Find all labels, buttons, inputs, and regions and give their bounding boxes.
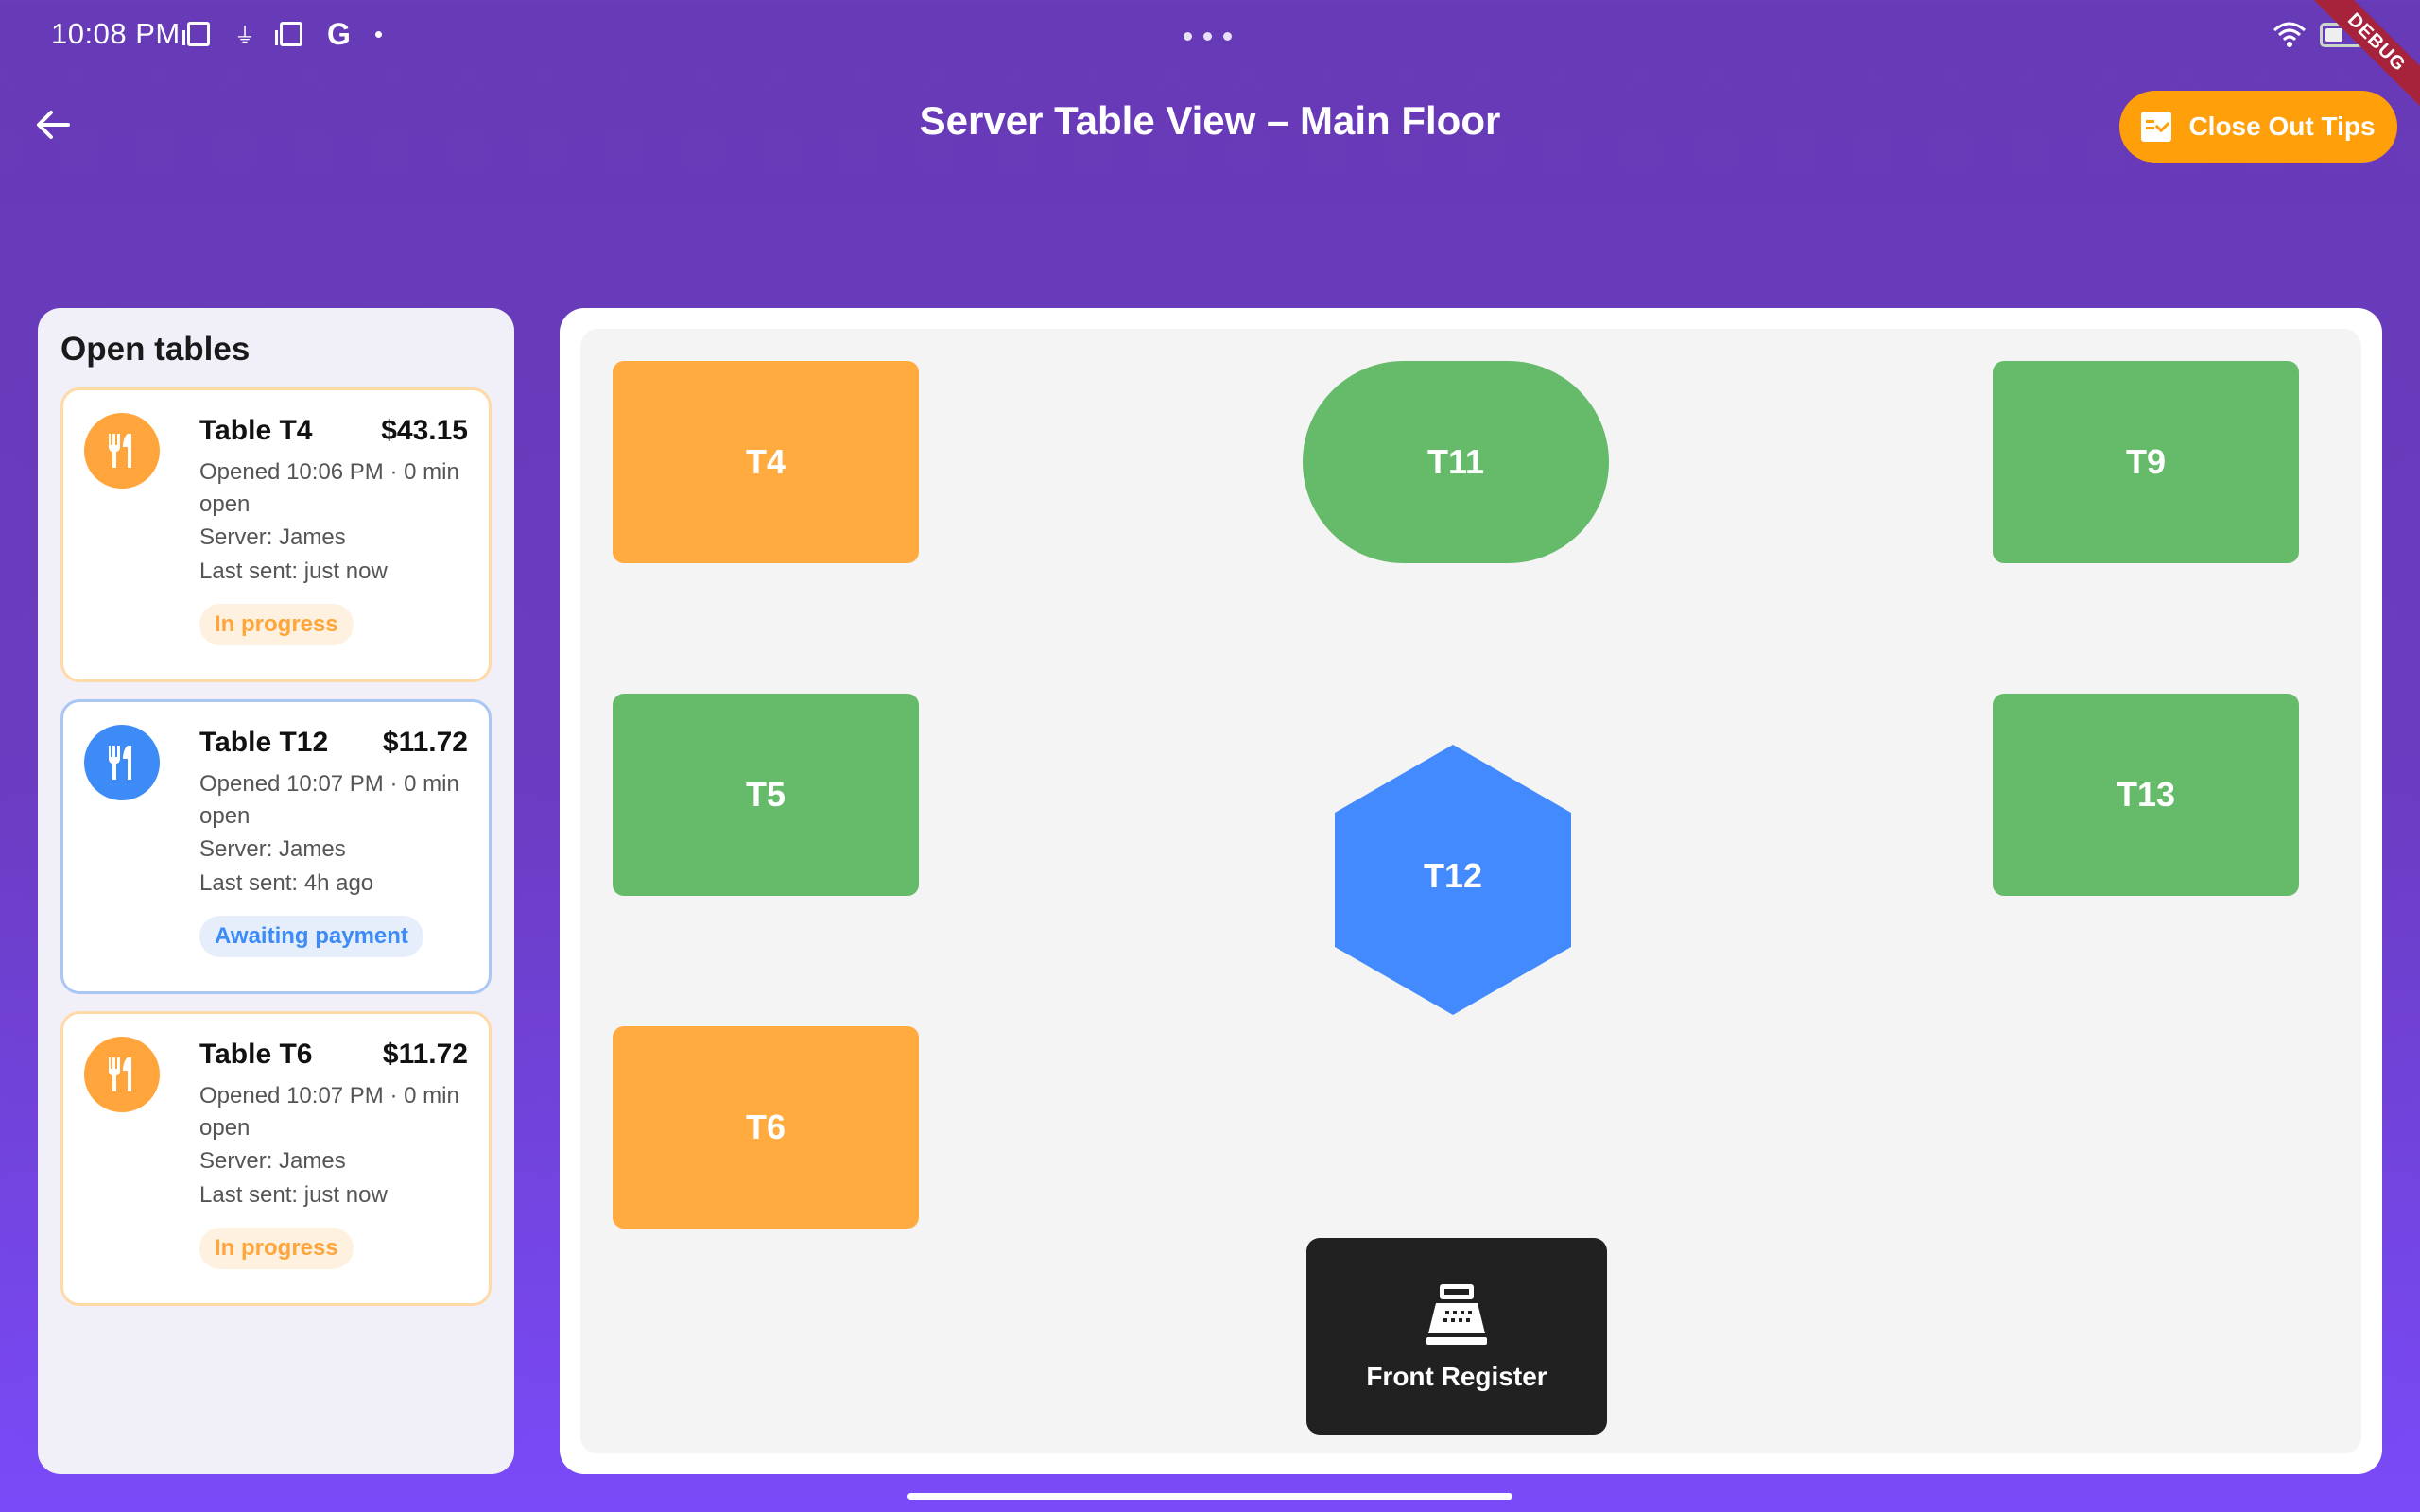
open-tables-panel: Open tables Table T4 $43.15 Opened 10:06… <box>38 308 514 1474</box>
last-sent: Last sent: just now <box>199 1182 388 1208</box>
close-out-tips-label: Close Out Tips <box>2188 112 2376 141</box>
open-table-card-t6[interactable]: Table T6 $11.72 Opened 10:07 PM · 0 min … <box>60 1011 492 1306</box>
table-t13[interactable]: T13 <box>1993 694 2299 896</box>
home-indicator[interactable] <box>908 1493 1512 1500</box>
floor-plan-panel: T4 T11 T9 T5 T12 T13 T6 Front Register <box>560 308 2382 1474</box>
status-chip: Awaiting payment <box>199 916 424 957</box>
table-t6[interactable]: T6 <box>613 1026 919 1228</box>
open-tables-title: Open tables <box>60 331 251 368</box>
screenshot-notification-icon <box>182 22 210 46</box>
table-t12[interactable]: T12 <box>1333 743 1573 1017</box>
opened-time: Opened 10:07 PM · 0 min <box>199 1083 459 1108</box>
status-chip: In progress <box>199 1228 354 1269</box>
status-time: 10:08 PM <box>51 17 181 50</box>
opened-time-suffix: open <box>199 491 251 517</box>
open-table-card-t12[interactable]: Table T12 $11.72 Opened 10:07 PM · 0 min… <box>60 699 492 994</box>
notification-icons: ⏚ G <box>182 17 382 51</box>
table-name: Table T4 <box>199 415 313 446</box>
copy-notification-icon <box>275 22 303 46</box>
status-chip: In progress <box>199 604 354 645</box>
opened-time-suffix: open <box>199 1115 251 1141</box>
usb-notification-icon: ⏚ <box>234 24 256 47</box>
more-notifications-dot-icon <box>374 30 382 38</box>
table-t5[interactable]: T5 <box>613 694 919 896</box>
close-out-tips-button[interactable]: Close Out Tips <box>2119 91 2397 163</box>
opened-time-suffix: open <box>199 803 251 829</box>
opened-time: Opened 10:06 PM · 0 min <box>199 459 459 485</box>
restaurant-icon <box>84 1037 160 1112</box>
server-name: Server: James <box>199 836 346 862</box>
table-amount: $11.72 <box>382 727 468 758</box>
front-register-label: Front Register <box>1366 1362 1547 1391</box>
restaurant-icon <box>84 725 160 800</box>
table-t4[interactable]: T4 <box>613 361 919 563</box>
table-name: Table T6 <box>199 1039 313 1070</box>
receipt-check-icon <box>2141 112 2172 142</box>
server-name: Server: James <box>199 524 346 550</box>
table-amount: $43.15 <box>381 415 468 446</box>
table-amount: $11.72 <box>382 1039 468 1070</box>
multitask-dots-icon[interactable] <box>1184 32 1232 41</box>
floor-plan: T4 T11 T9 T5 T12 T13 T6 Front Register <box>580 329 2361 1453</box>
front-register[interactable]: Front Register <box>1306 1238 1607 1435</box>
server-name: Server: James <box>199 1148 346 1174</box>
restaurant-icon <box>84 413 160 489</box>
page-title: Server Table View – Main Floor <box>919 98 1501 143</box>
table-t9[interactable]: T9 <box>1993 361 2299 563</box>
wifi-icon <box>2273 22 2306 47</box>
open-table-card-t4[interactable]: Table T4 $43.15 Opened 10:06 PM · 0 min … <box>60 387 492 682</box>
table-t11[interactable]: T11 <box>1303 361 1609 563</box>
cash-register-icon <box>1426 1284 1487 1345</box>
opened-time: Opened 10:07 PM · 0 min <box>199 771 459 797</box>
last-sent: Last sent: just now <box>199 558 388 584</box>
google-icon: G <box>327 17 351 51</box>
table-t12-label: T12 <box>1423 856 1483 895</box>
last-sent: Last sent: 4h ago <box>199 870 374 896</box>
status-bar: 10:08 PM ⏚ G DEBUG <box>0 0 2420 120</box>
table-name: Table T12 <box>199 727 329 758</box>
